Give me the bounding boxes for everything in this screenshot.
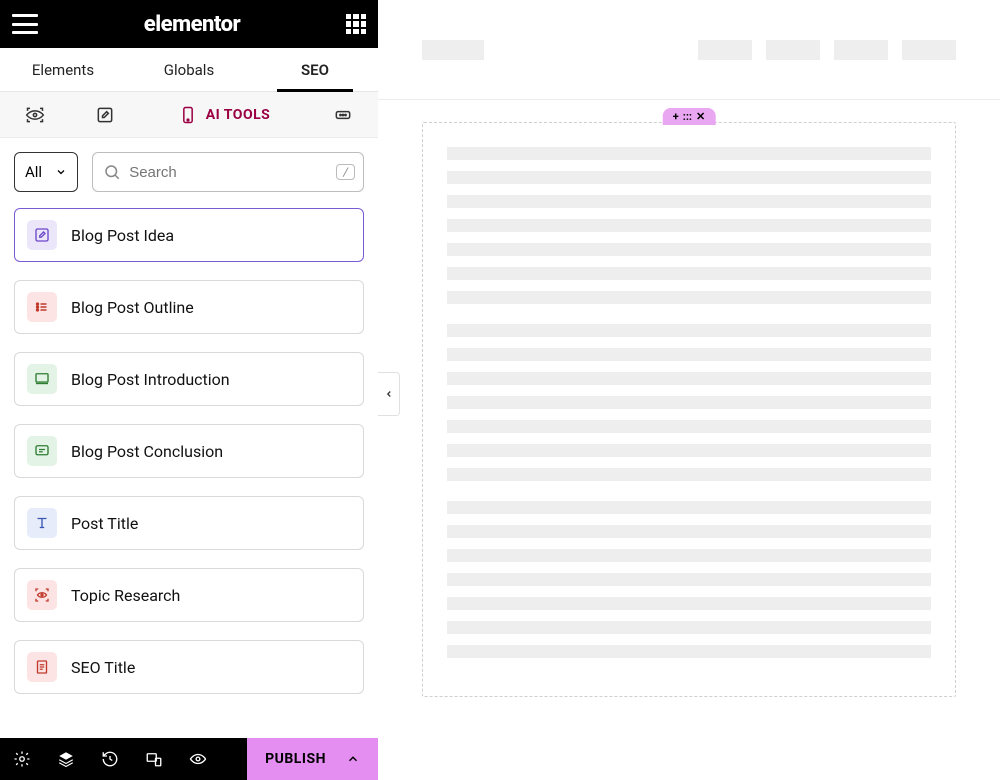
- sidebar-header: elementor: [0, 0, 378, 48]
- close-section-icon[interactable]: ✕: [696, 110, 705, 123]
- category-filter[interactable]: All: [14, 152, 78, 192]
- logo-placeholder: [422, 40, 484, 60]
- widget-label: Topic Research: [71, 586, 180, 605]
- toolbar: AI TOOLS: [0, 92, 378, 138]
- footer-bar: PUBLISH: [0, 738, 378, 780]
- chevron-down-icon: [55, 166, 67, 178]
- ai-phone-icon: [178, 105, 198, 125]
- apps-grid-icon[interactable]: [346, 14, 366, 34]
- search-icon: [103, 163, 121, 181]
- responsive-icon[interactable]: [132, 738, 176, 780]
- preview-scan-button[interactable]: [0, 105, 70, 125]
- filter-value: All: [25, 163, 42, 181]
- widget-label: Blog Post Outline: [71, 298, 194, 317]
- widget-item[interactable]: Blog Post Conclusion: [14, 424, 364, 478]
- scan-eye-icon: [27, 580, 57, 610]
- nav-item-placeholder: [766, 40, 820, 60]
- add-section-icon[interactable]: +: [673, 110, 679, 123]
- editor-sidebar: elementor Elements Globals SEO AI TOOLS …: [0, 0, 378, 780]
- text-placeholder-block: [447, 501, 931, 658]
- widget-list: Blog Post Idea Blog Post Outline Blog Post…: [0, 202, 378, 738]
- chevron-up-icon: [346, 752, 360, 766]
- filter-row: All /: [0, 138, 378, 202]
- section-frame[interactable]: + ::: ✕: [422, 122, 956, 697]
- type-icon: [27, 508, 57, 538]
- widget-label: Blog Post Introduction: [71, 370, 230, 389]
- nav-item-placeholder: [698, 40, 752, 60]
- history-icon[interactable]: [88, 738, 132, 780]
- tab-elements[interactable]: Elements: [0, 48, 126, 91]
- search-input[interactable]: [129, 164, 328, 181]
- widget-label: SEO Title: [71, 658, 135, 677]
- preview-icon[interactable]: [176, 738, 220, 780]
- publish-button[interactable]: PUBLISH: [247, 738, 378, 780]
- more-button[interactable]: [308, 105, 378, 125]
- widget-label: Blog Post Idea: [71, 226, 174, 245]
- chat-icon: [27, 436, 57, 466]
- text-placeholder-block: [447, 324, 931, 481]
- edit-button[interactable]: [70, 105, 140, 125]
- widget-item[interactable]: Post Title: [14, 496, 364, 550]
- publish-label: PUBLISH: [265, 751, 326, 767]
- compose-icon: [27, 220, 57, 250]
- nav-item-placeholder: [834, 40, 888, 60]
- list-icon: [27, 292, 57, 322]
- search-field[interactable]: /: [92, 152, 364, 192]
- brand-logo: elementor: [144, 12, 240, 37]
- canvas-topbar: [378, 0, 1000, 100]
- layers-icon[interactable]: [44, 738, 88, 780]
- widget-label: Post Title: [71, 514, 138, 533]
- menu-icon[interactable]: [12, 14, 38, 34]
- widget-item[interactable]: Blog Post Outline: [14, 280, 364, 334]
- tab-globals[interactable]: Globals: [126, 48, 252, 91]
- tab-seo[interactable]: SEO: [252, 48, 378, 91]
- ai-tools-button[interactable]: AI TOOLS: [140, 105, 308, 125]
- section-controls[interactable]: + ::: ✕: [663, 108, 716, 125]
- search-shortcut: /: [336, 164, 355, 180]
- widget-item[interactable]: Blog Post Introduction: [14, 352, 364, 406]
- nav-item-placeholder: [902, 40, 956, 60]
- preview-canvas: + ::: ✕: [378, 0, 1000, 780]
- doc-icon: [27, 652, 57, 682]
- panel-tabs: Elements Globals SEO: [0, 48, 378, 92]
- widget-item[interactable]: Topic Research: [14, 568, 364, 622]
- widget-item[interactable]: SEO Title: [14, 640, 364, 694]
- canvas-body: + ::: ✕: [378, 100, 1000, 719]
- nav-placeholders: [698, 40, 956, 60]
- widget-item[interactable]: Blog Post Idea: [14, 208, 364, 262]
- screen-icon: [27, 364, 57, 394]
- ai-tools-label: AI TOOLS: [206, 107, 271, 123]
- settings-icon[interactable]: [0, 738, 44, 780]
- widget-label: Blog Post Conclusion: [71, 442, 223, 461]
- text-placeholder-block: [447, 147, 931, 304]
- drag-section-icon[interactable]: :::: [683, 110, 692, 123]
